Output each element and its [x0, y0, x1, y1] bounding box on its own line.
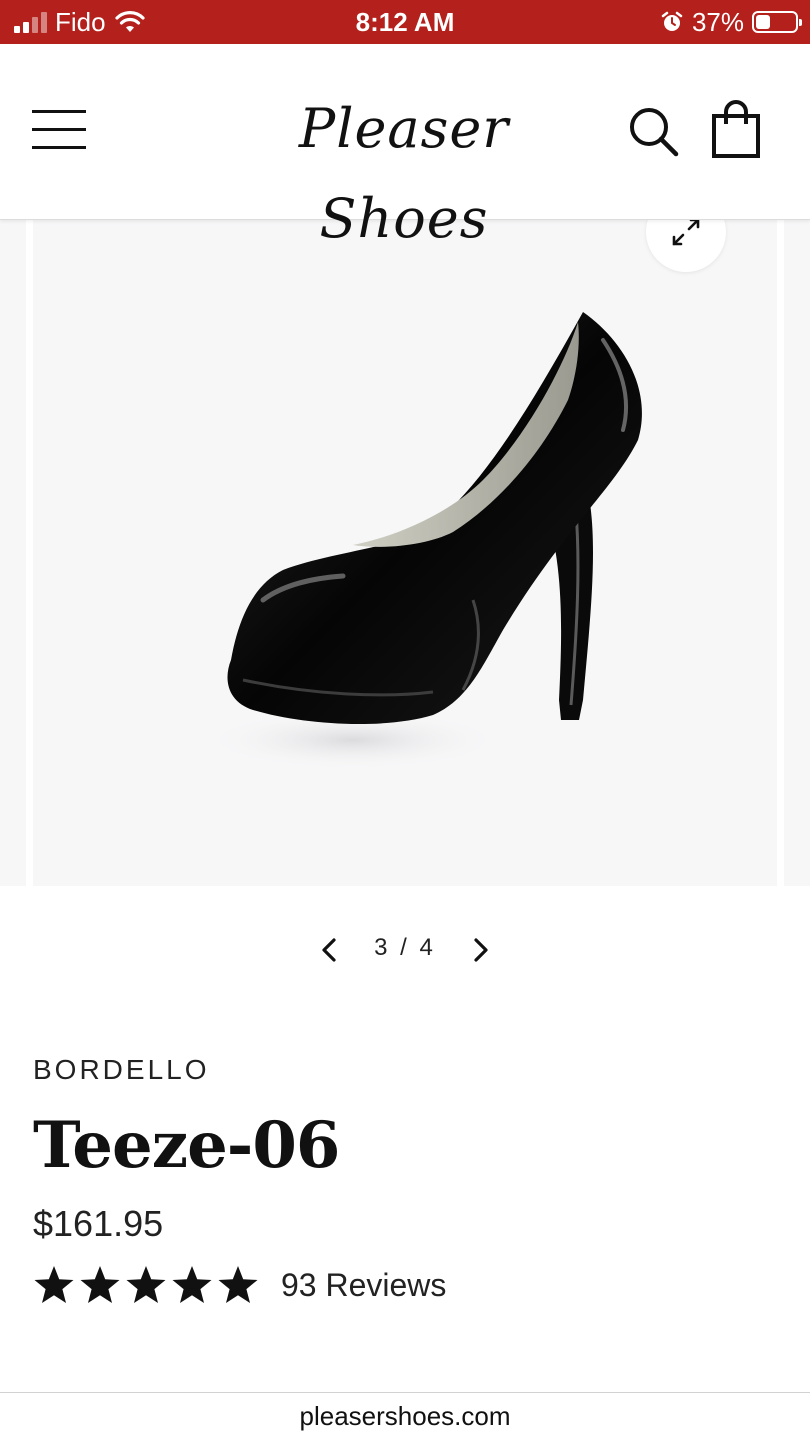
hamburger-menu-button[interactable] — [32, 110, 86, 150]
star-icon — [80, 1266, 120, 1303]
counter-separator: / — [400, 934, 410, 961]
expand-icon — [672, 220, 700, 246]
star-icon — [172, 1266, 212, 1303]
hamburger-line — [32, 146, 86, 149]
product-image[interactable] — [183, 300, 643, 780]
search-button[interactable] — [626, 104, 682, 160]
alarm-icon — [661, 11, 683, 31]
chevron-left-icon — [322, 938, 336, 962]
image-counter: 3 / 4 — [358, 932, 452, 964]
previous-slide-peek — [0, 220, 26, 886]
star-icon — [218, 1266, 258, 1303]
site-logo[interactable]: Pleaser Shoes — [224, 84, 584, 250]
next-slide-peek — [784, 220, 810, 886]
product-price: $161.95 — [33, 1203, 164, 1244]
product-brand[interactable]: BORDELLO — [33, 1054, 210, 1086]
gallery-pager: 3 / 4 — [0, 920, 810, 980]
hamburger-menu-icon — [32, 110, 86, 113]
previous-image-button[interactable] — [312, 932, 348, 968]
shopping-bag-icon — [712, 100, 760, 158]
search-icon — [630, 108, 679, 157]
chevron-right-icon — [474, 938, 488, 962]
site-header: Pleaser Shoes — [0, 44, 810, 250]
star-icon — [34, 1266, 74, 1303]
browser-url-bar[interactable]: pleasershoes.com — [0, 1392, 810, 1440]
shopping-bag-button[interactable] — [708, 100, 764, 160]
battery-icon — [752, 11, 802, 33]
star-rating — [33, 1264, 259, 1306]
product-title: Teeze-06 — [33, 1108, 340, 1183]
status-bar-right: 37% — [660, 0, 802, 44]
current-image-number: 3 — [374, 934, 391, 961]
hamburger-line — [32, 128, 86, 131]
next-image-button[interactable] — [462, 932, 498, 968]
review-count-link[interactable]: 93 Reviews — [281, 1267, 446, 1304]
battery-percent: 37% — [691, 6, 744, 37]
product-gallery[interactable] — [0, 220, 810, 886]
gallery-slide[interactable] — [33, 220, 777, 886]
battery-fill — [756, 15, 770, 29]
product-rating[interactable]: 93 Reviews — [33, 1262, 446, 1308]
total-image-count: 4 — [419, 934, 436, 961]
url-text: pleasershoes.com — [299, 1401, 511, 1431]
star-icon — [126, 1266, 166, 1303]
status-bar: Fido 8:12 AM 37% — [0, 0, 810, 44]
